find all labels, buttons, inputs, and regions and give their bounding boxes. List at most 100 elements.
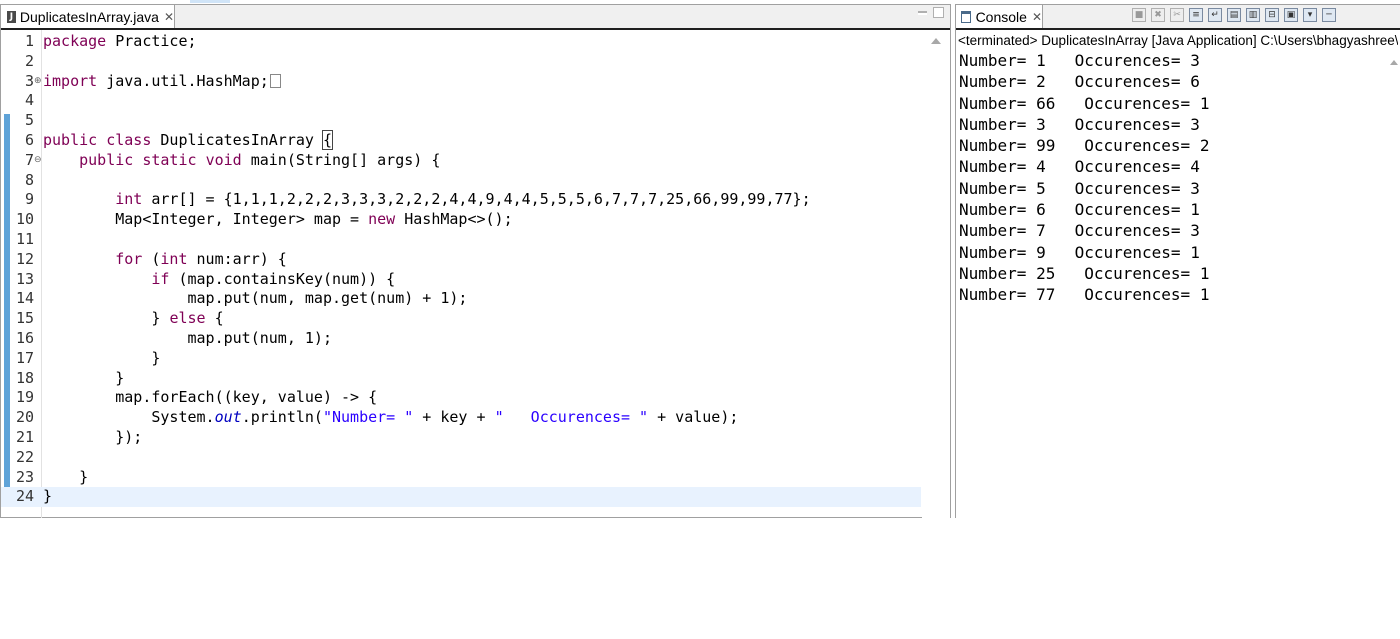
code-token: void — [205, 150, 242, 169]
line-number: 17 — [15, 348, 34, 367]
open-console-icon[interactable]: ▾ — [1303, 8, 1317, 22]
console-output-line: Number= 7 Occurences= 3 — [959, 221, 1200, 241]
code-token: int — [160, 249, 188, 268]
line-number: 19 — [15, 388, 34, 407]
java-file-icon: J — [7, 10, 16, 23]
code-line[interactable]: 15 } else { — [1, 309, 921, 329]
code-token: class — [106, 131, 152, 149]
pin-console-icon[interactable]: ⊟ — [1265, 8, 1279, 22]
display-console-icon[interactable]: ▣ — [1284, 8, 1298, 22]
code-token: static — [142, 150, 197, 169]
editor-tab-label: DuplicatesInArray.java — [19, 8, 159, 25]
code-line[interactable]: 6 public class DuplicatesInArray { — [1, 130, 921, 151]
console-tab-label: Console — [975, 8, 1027, 25]
scroll-up-arrow-icon[interactable] — [931, 38, 941, 44]
line-number: 23 — [15, 467, 34, 486]
code-editor[interactable]: 1 package Practice; 2 3 ⊕ import java.util.Ha… — [1, 30, 950, 518]
line-code: if (map.containsKey(num)) { — [43, 270, 395, 290]
expand-fold-icon[interactable]: ⊕ — [34, 72, 42, 92]
code-line[interactable]: 1 package Practice; — [1, 32, 921, 52]
code-token: if — [151, 269, 170, 288]
code-token: public — [43, 131, 98, 149]
console-tab[interactable]: Console ✕ — [956, 5, 1043, 28]
code-line[interactable]: 13 if (map.containsKey(num)) { — [1, 270, 921, 290]
code-token: + key + — [413, 408, 495, 427]
console-output-line: Number= 1 Occurences= 3 — [959, 51, 1200, 70]
show-on-output-icon[interactable]: ▤ — [1227, 8, 1241, 22]
minimize-icon[interactable] — [918, 11, 927, 15]
scroll-lock-icon[interactable]: ≡ — [1189, 8, 1203, 22]
minimize-icon[interactable]: ─ — [1322, 8, 1336, 22]
code-line[interactable]: 11 — [1, 230, 921, 250]
code-line[interactable]: 16 map.put(num, 1); — [1, 329, 921, 349]
close-icon[interactable]: ✕ — [164, 10, 174, 24]
code-token: Practice; — [106, 32, 197, 50]
line-number: 13 — [15, 269, 34, 288]
code-line[interactable]: 24} — [1, 487, 921, 508]
window-top-strip — [190, 0, 230, 3]
scroll-up-arrow-icon[interactable] — [1390, 60, 1398, 65]
code-line[interactable]: 20 System.out.println("Number= " + key +… — [1, 408, 921, 428]
code-line[interactable]: 4 — [1, 91, 921, 111]
code-line[interactable]: 12 for (int num:arr) { — [1, 250, 921, 270]
editor-tab-bar: J DuplicatesInArray.java ✕ — [1, 5, 950, 30]
code-token: HashMap<>(); — [395, 210, 513, 229]
line-code: package Practice; — [43, 32, 197, 52]
code-line[interactable]: 14 map.put(num, map.get(num) + 1); — [1, 289, 921, 309]
code-line[interactable]: 22 — [1, 448, 921, 468]
code-line[interactable]: 2 — [1, 52, 921, 72]
console-vertical-scrollbar[interactable] — [1388, 52, 1400, 518]
code-line[interactable]: 10 Map<Integer, Integer> map = new HashM… — [1, 210, 921, 230]
remove-all-terminated-icon[interactable]: ✂ — [1170, 8, 1184, 22]
line-code: } — [43, 349, 160, 369]
code-token: ( — [142, 249, 161, 268]
close-icon[interactable]: ✕ — [1032, 10, 1042, 24]
editor-tab-duplicatesinarray[interactable]: J DuplicatesInArray.java ✕ — [1, 5, 175, 28]
console-output[interactable]: Number= 1 Occurences= 3 Number= 2 Occuren… — [959, 50, 1209, 306]
code-line[interactable]: 19 map.forEach((key, value) -> { — [1, 388, 921, 408]
show-on-error-icon[interactable]: ▥ — [1246, 8, 1260, 22]
code-token: int — [115, 190, 143, 209]
console-output-line: Number= 66 Occurences= 1 — [959, 93, 1210, 113]
code-line[interactable]: 21 }); — [1, 428, 921, 448]
code-line[interactable]: 7 ⊖ public static void main(String[] args… — [1, 151, 921, 171]
line-number: 22 — [15, 447, 34, 466]
word-wrap-icon[interactable]: ↵ — [1208, 8, 1222, 22]
terminate-icon[interactable]: ■ — [1132, 8, 1146, 22]
collapse-fold-icon[interactable]: ⊖ — [34, 151, 42, 171]
code-line[interactable]: 23 } — [1, 468, 921, 488]
code-line[interactable]: 18 } — [1, 369, 921, 389]
folded-region-marker[interactable] — [269, 74, 281, 89]
code-line[interactable]: 9 int arr[] = {1,1,1,2,2,2,3,3,3,2,2,2,4… — [1, 190, 921, 210]
code-line[interactable]: 8 — [1, 171, 921, 191]
console-output-line: Number= 77 Occurences= 1 — [959, 285, 1210, 305]
console-output-line: Number= 2 Occurences= 6 — [959, 72, 1200, 92]
line-number: 15 — [15, 309, 34, 328]
line-code: } else { — [43, 309, 223, 329]
remove-launch-icon[interactable]: ✖ — [1151, 8, 1165, 22]
editor-vertical-scrollbar[interactable] — [922, 30, 950, 518]
line-number: 21 — [15, 428, 34, 446]
maximize-icon[interactable] — [933, 7, 944, 18]
console-tab-bar: Console ✕ ■ ✖ ✂ ≡ ↵ ▤ ▥ ⊟ ▣ ▾ ─ — [956, 5, 1400, 30]
code-token: map.forEach((key, value) -> { — [43, 388, 378, 407]
code-line[interactable]: 17 } — [1, 349, 921, 369]
console-pane: Console ✕ ■ ✖ ✂ ≡ ↵ ▤ ▥ ⊟ ▣ ▾ ─ <termina… — [955, 4, 1400, 518]
line-number: 6 — [24, 131, 34, 149]
code-token: DuplicatesInArray — [151, 131, 323, 149]
code-token: num:arr) { — [187, 249, 287, 268]
editor-pane: J DuplicatesInArray.java ✕ 1 package Prac… — [0, 4, 951, 518]
code-line[interactable]: 3 ⊕ import java.util.HashMap; — [1, 72, 921, 92]
line-code: map.put(num, map.get(num) + 1); — [43, 289, 467, 309]
line-number: 4 — [24, 91, 34, 110]
line-code: map.forEach((key, value) -> { — [43, 388, 377, 408]
code-token: "Number= " — [322, 408, 414, 427]
code-token: } — [43, 487, 53, 506]
code-line[interactable]: 5 — [1, 111, 921, 131]
line-number: 5 — [24, 111, 34, 130]
code-token: " Occurences= " — [494, 408, 649, 427]
